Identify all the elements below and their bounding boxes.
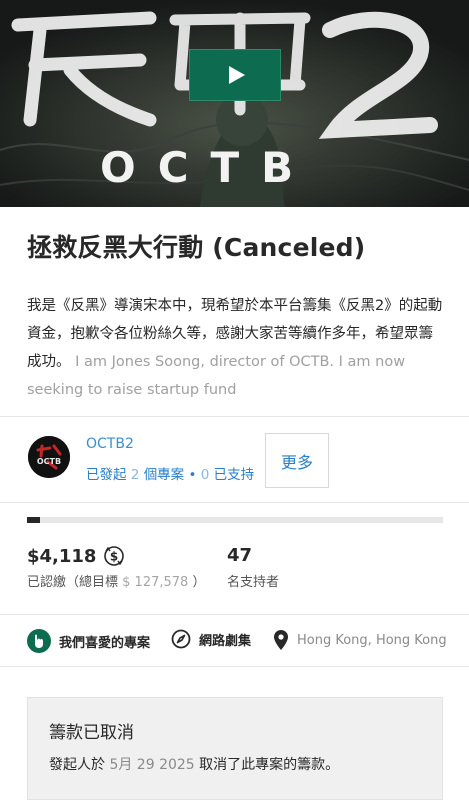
- backers-label: 名支持者: [227, 575, 280, 590]
- more-button[interactable]: 更多: [265, 433, 329, 488]
- canceled-notice-text: 發起人於 5月 29 2025 取消了此專案的籌款。: [49, 754, 339, 774]
- backed-count: 0: [200, 467, 210, 483]
- video-poster[interactable]: OCTB: [0, 0, 469, 207]
- divider: [0, 502, 469, 503]
- tag-favorite[interactable]: 我們喜愛的專案: [27, 629, 150, 653]
- location-pin-icon: [274, 630, 288, 650]
- tag-favorite-label: 我們喜愛的專案: [59, 635, 151, 651]
- backed-label[interactable]: 已支持: [214, 467, 255, 483]
- pledged-amount-row: $4,118 $: [27, 545, 125, 567]
- project-title: 拯救反黑大行動 (Canceled): [27, 233, 366, 262]
- pledged-label-end: ）: [192, 575, 206, 590]
- canceled-date: 5月 29 2025: [109, 757, 195, 773]
- compass-icon: [171, 629, 191, 649]
- tag-location[interactable]: Hong Kong, Hong Kong: [273, 629, 469, 651]
- currency-convert-icon[interactable]: $: [103, 545, 125, 567]
- svg-text:$: $: [110, 550, 118, 564]
- launched-prefix: 已發起: [86, 467, 127, 483]
- creator-stats: 已發起 2 個專案 • 0 已支持: [86, 463, 266, 483]
- play-icon: [229, 66, 245, 84]
- play-button[interactable]: [189, 49, 281, 101]
- creator-name[interactable]: OCTB2: [86, 436, 134, 452]
- favorite-badge-icon: [27, 629, 51, 653]
- canceled-notice: 籌款已取消 發起人於 5月 29 2025 取消了此專案的籌款。: [27, 697, 443, 800]
- canceled-notice-title: 籌款已取消: [49, 723, 134, 743]
- canceled-text-suffix: 取消了此專案的籌款。: [199, 757, 340, 773]
- launched-count: 2: [130, 467, 140, 483]
- divider: [0, 614, 469, 615]
- divider: [0, 416, 469, 417]
- canceled-text-prefix: 發起人於: [49, 757, 105, 773]
- launched-suffix[interactable]: 個專案: [144, 467, 185, 483]
- project-blurb-en: I am Jones Soong, director of OCTB. I am…: [27, 354, 406, 398]
- funding-progress-fill: [27, 517, 40, 523]
- pledged-amount: $4,118: [27, 545, 97, 567]
- creator-avatar[interactable]: OCTB: [28, 436, 70, 478]
- svg-text:OCTB: OCTB: [37, 457, 61, 466]
- backers-count: 47: [227, 545, 253, 566]
- goal-amount: $ 127,578: [122, 575, 189, 590]
- tag-category-label: 網路劇集: [199, 633, 252, 649]
- separator: •: [188, 467, 197, 483]
- divider: [0, 666, 469, 667]
- pledged-goal-label: 已認繳（總目標 $ 127,578 ）: [27, 571, 205, 590]
- tag-location-label: Hong Kong, Hong Kong: [297, 632, 447, 648]
- funding-progress-bar: [27, 517, 443, 523]
- tag-category[interactable]: 網路劇集: [171, 629, 251, 649]
- pledged-label: 已認繳（總目標: [27, 575, 119, 590]
- avatar-art: OCTB: [28, 436, 70, 478]
- project-blurb: 我是《反黑》導演宋本中，現希望於本平台籌集《反黑2》的起動資金，抱歉令各位粉絲久…: [27, 292, 447, 404]
- poster-subtitle: OCTB: [100, 143, 316, 192]
